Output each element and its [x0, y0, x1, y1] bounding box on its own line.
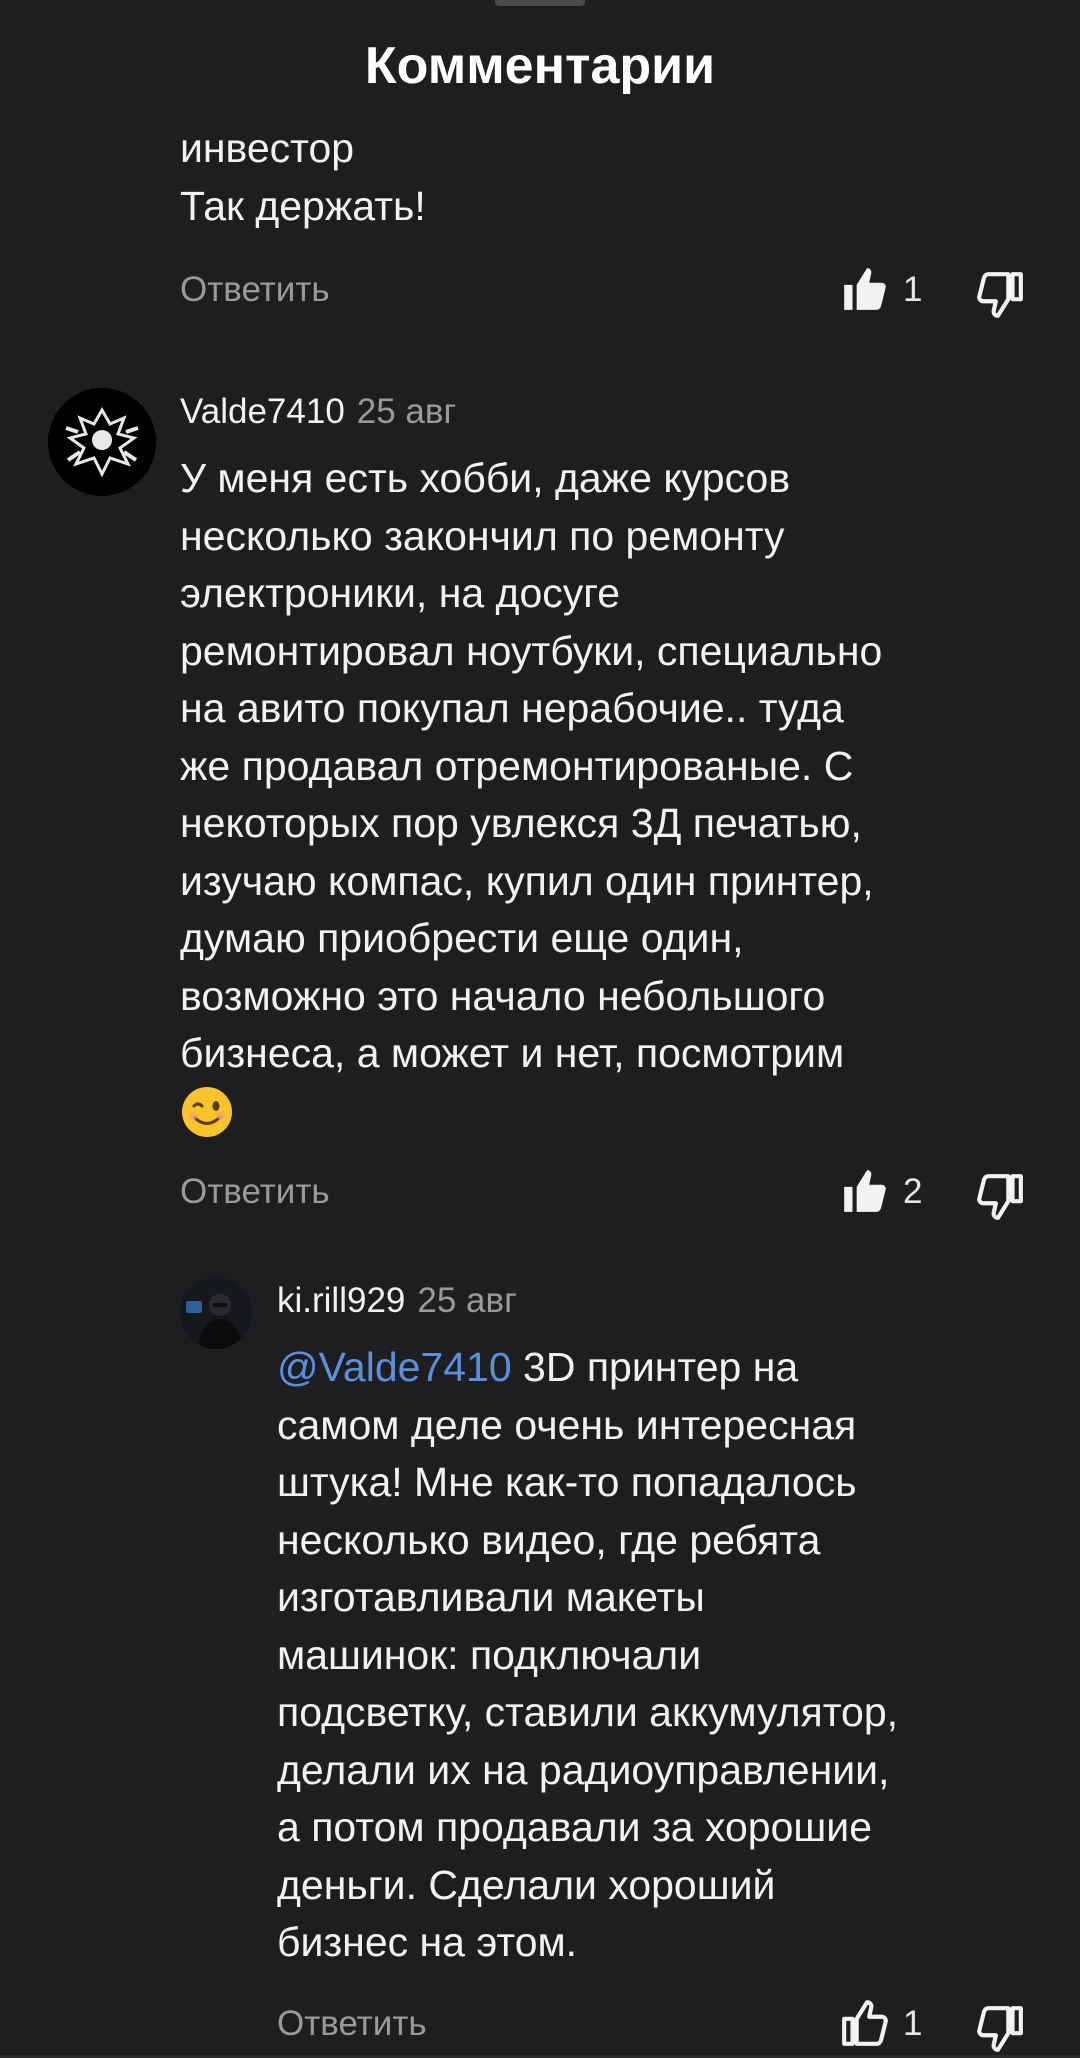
comment-text: У меня есть хобби, даже курсов несколько… — [180, 450, 1050, 1139]
reply-meta: ki.rill929 25 авг — [277, 1281, 517, 1321]
comment-line: @Valde7410 3D принтер на — [277, 1339, 1067, 1397]
comment-line: У меня есть хобби, даже курсов — [180, 455, 791, 501]
comment-line: изучаю компас, купил один принтер, — [180, 857, 874, 904]
comment-actions: Ответить 2 — [180, 1164, 1030, 1224]
comment-meta: Valde7410 25 авг — [180, 392, 456, 432]
previous-comment-text: инвестор Так держать! — [180, 120, 1040, 235]
reply-button[interactable]: Ответить — [180, 1172, 330, 1212]
thumbs-up-icon[interactable] — [840, 1998, 890, 2048]
comment-line: бизнес на этом. — [277, 1919, 578, 1965]
thumbs-down-icon[interactable] — [975, 1172, 1025, 1222]
comment-line: думаю приобрести еще один, — [180, 915, 744, 961]
like-count: 2 — [903, 1172, 923, 1211]
page-title: Комментарии — [364, 37, 716, 95]
avatar[interactable] — [48, 388, 156, 496]
comment-line: а потом продавали за хорошие — [277, 1804, 873, 1850]
thumbs-up-filled-icon[interactable] — [840, 264, 890, 314]
reply-first-line: 3D принтер на — [511, 1344, 799, 1390]
reply-actions: Ответить 1 — [277, 1996, 1037, 2056]
comment-line: же продавал отремонтированые. С — [180, 742, 854, 789]
comment-line: делали их на радиоуправлении, — [277, 1746, 890, 1793]
reply-date: 25 авг — [417, 1281, 517, 1320]
thumbs-up-filled-icon[interactable] — [840, 1166, 890, 1216]
comment-line: Так держать! — [180, 182, 426, 229]
comment-line: возможно это начало небольшого — [180, 972, 826, 1019]
sheet-drag-handle[interactable] — [495, 0, 585, 6]
reply-button[interactable]: Ответить — [180, 270, 330, 310]
reply-button[interactable]: Ответить — [277, 2004, 427, 2044]
avatar[interactable] — [180, 1277, 252, 1349]
mention-link[interactable]: @Valde7410 — [277, 1344, 512, 1390]
comment-line: бизнеса, а может и нет, посмотрим — [180, 1030, 845, 1076]
comment-line: изготавливали макеты — [277, 1574, 705, 1620]
reply-text: @Valde7410 3D принтер на самом деле очен… — [277, 1339, 1067, 1972]
comment-line: деньги. Сделали хороший — [277, 1861, 776, 1908]
comments-sheet: Комментарии инвестор Так держать! Ответи… — [0, 0, 1080, 2058]
comment-line: ремонтировал ноутбуки, специально — [180, 627, 883, 674]
reply-author[interactable]: ki.rill929 — [277, 1281, 405, 1320]
comment-line: несколько видео, где ребята — [277, 1516, 821, 1563]
comment-author[interactable]: Valde7410 — [180, 392, 345, 431]
thumbs-down-icon[interactable] — [975, 2004, 1025, 2054]
comment-line: инвестор — [180, 125, 355, 171]
comment-line: некоторых пор увлекся 3Д печатью, — [180, 800, 862, 846]
winking-face-emoji-icon — [182, 1086, 232, 1137]
comment-line: штука! Мне как-то попадалось — [277, 1459, 857, 1505]
comment-line: подсветку, ставили аккумулятор, — [277, 1689, 899, 1735]
like-count: 1 — [903, 2004, 923, 2043]
comment-line: электроники, на досуге — [180, 570, 621, 616]
comment-line: машинок: подключали — [277, 1631, 702, 1678]
comment-line: на авито покупал нерабочие.. туда — [180, 685, 844, 731]
comment-line: несколько закончил по ремонту — [180, 512, 785, 559]
previous-comment-actions: Ответить 1 — [180, 262, 1030, 322]
thumbs-down-icon[interactable] — [975, 270, 1025, 320]
comment-date: 25 авг — [356, 392, 457, 431]
like-count: 1 — [903, 270, 923, 309]
comment-line: самом деле очень интересная — [277, 1401, 857, 1448]
